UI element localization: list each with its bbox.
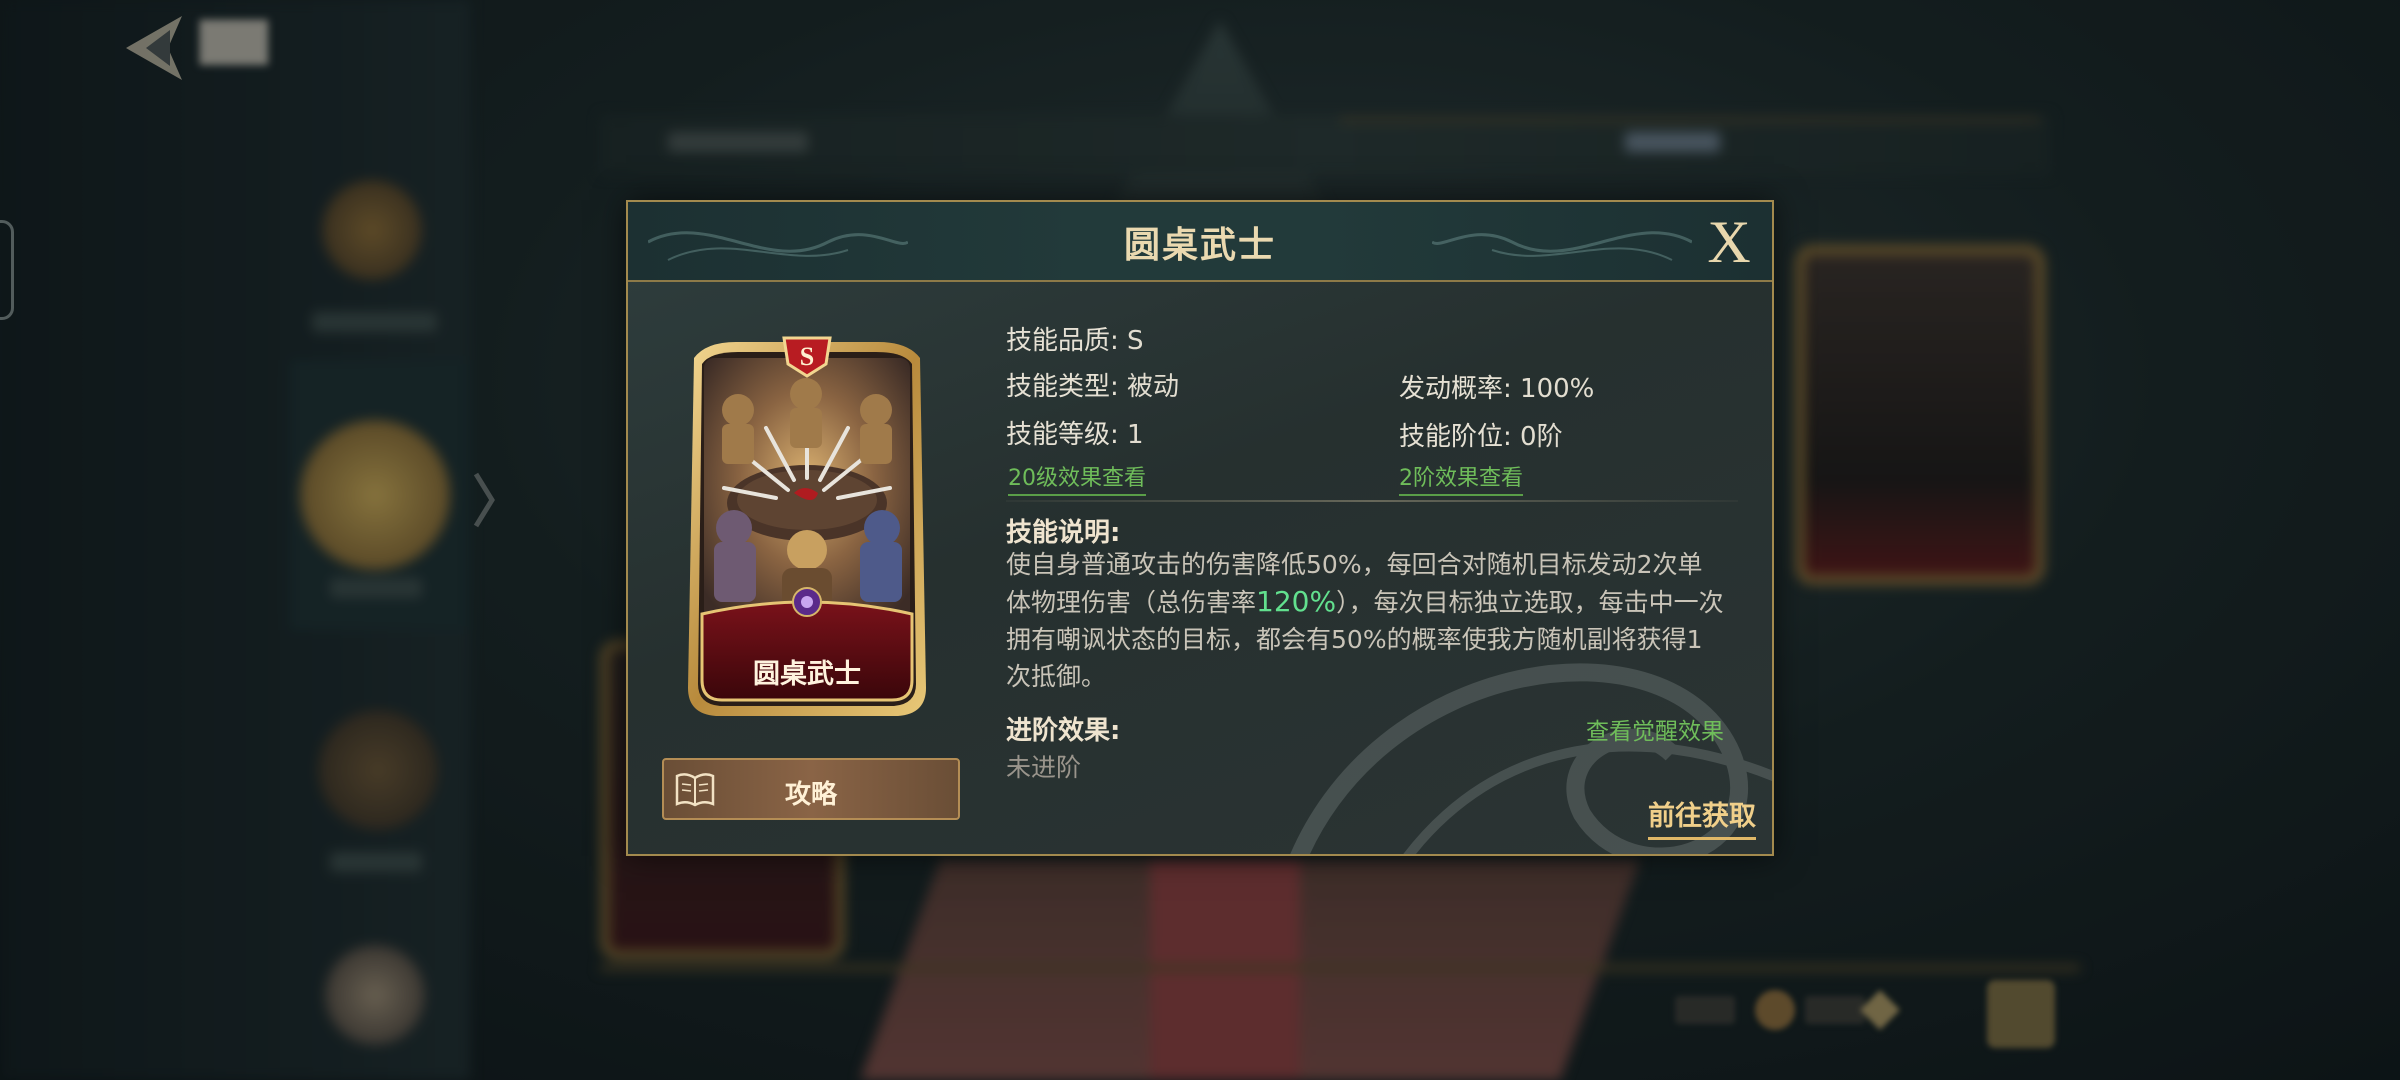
skill-quality-value: S <box>1127 326 1144 356</box>
svg-text:S: S <box>800 342 814 371</box>
advancement-title: 进阶效果: <box>1006 716 1121 746</box>
skill-level-value: 1 <box>1127 420 1144 450</box>
skill-type-label: 技能类型: <box>1006 372 1119 402</box>
description-text: 使自身普通攻击的伤害降低50%，每回合对随机目标发动2次单体物理伤害（总伤害率1… <box>1006 546 1726 695</box>
goto-obtain-button[interactable]: 前往获取 <box>1648 794 1756 840</box>
close-button[interactable]: X <box>1700 210 1758 274</box>
awaken-effect-link[interactable]: 查看觉醒效果 <box>1586 712 1724 746</box>
description-title: 技能说明: <box>1006 518 1121 548</box>
modal-header: 圆桌武士 X <box>628 202 1772 282</box>
guide-button-label: 攻略 <box>784 780 837 810</box>
section-divider <box>1006 500 1738 502</box>
trigger-rate-row: 发动概率: 100% <box>1399 368 1594 405</box>
skill-stage-value: 0阶 <box>1520 422 1563 452</box>
skill-stage-label: 技能阶位: <box>1399 422 1512 452</box>
skill-level-label: 技能等级: <box>1006 420 1119 450</box>
modal-title: 圆桌武士 <box>1123 225 1276 265</box>
trigger-rate-value: 100% <box>1520 374 1595 404</box>
level-effect-link[interactable]: 20级效果查看 <box>1008 460 1146 496</box>
skill-quality-row: 技能品质: S <box>1006 320 1144 357</box>
skill-stage-row: 技能阶位: 0阶 <box>1399 416 1563 453</box>
skill-level-row: 技能等级: 1 <box>1006 414 1144 451</box>
skill-type-value: 被动 <box>1127 372 1180 402</box>
skill-quality-label: 技能品质: <box>1006 326 1119 356</box>
damage-rate-highlight: 120% <box>1256 585 1337 618</box>
stage-effect-link[interactable]: 2阶效果查看 <box>1399 460 1523 496</box>
guide-button[interactable]: 攻略 <box>662 758 960 820</box>
skill-detail-modal: 圆桌武士 X S 圆桌武士 攻略 技能品质: S 技能类型: 被动 发动概率: … <box>626 200 1774 856</box>
skill-card-name: 圆桌武士 <box>753 659 861 689</box>
trigger-rate-label: 发动概率: <box>1399 374 1512 404</box>
advancement-value: 未进阶 <box>1006 753 1082 782</box>
skill-type-row: 技能类型: 被动 <box>1006 366 1179 403</box>
skill-card: S 圆桌武士 <box>676 328 938 722</box>
